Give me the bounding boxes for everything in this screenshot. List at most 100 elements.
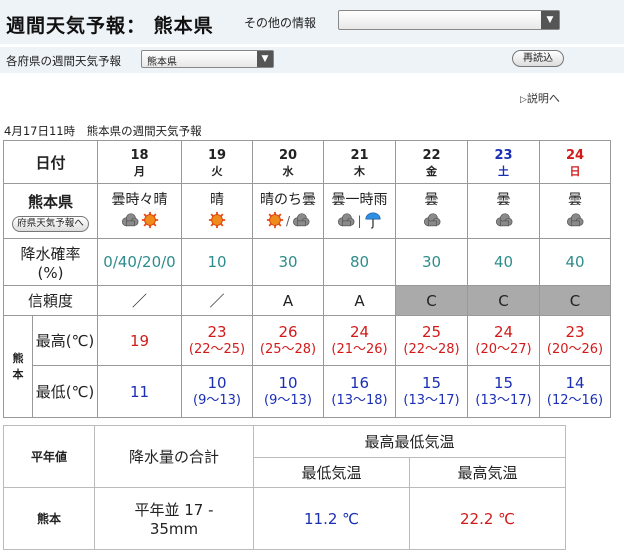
reliability-label: 信頼度 [3,285,98,316]
weather-cell: 晴のち曇 / [252,183,324,239]
max-temp-header: 最高気温 [409,457,566,488]
max-temp-range: (20〜27) [475,341,532,357]
max-temp-value: 25 [421,322,442,341]
pop-label: 降水確率 [20,244,81,263]
cloud-icon [292,211,310,232]
area-char: 熊 [12,351,24,365]
weather-text: 曇時々晴 [111,192,168,208]
prefecture-forecast-button[interactable]: 府県天気予報へ [12,215,89,232]
weather-cell: 曇 [539,183,611,239]
max-temp-range: (21〜26) [331,341,388,357]
day-number: 19 [207,147,227,163]
sun-icon [266,211,284,232]
pop-cell: 40 [539,238,611,286]
date-cell: 19 火 [181,140,253,184]
cloud-icon [423,211,441,232]
normal-min-temp: 11.2 ℃ [253,487,410,550]
min-temp-range: (9〜13) [264,392,312,408]
weather-row: 熊本県 府県天気予報へ 曇時々晴 晴 晴のち曇 / 曇一時雨 | 曇 曇 曇 [3,183,611,239]
pop-cell: 80 [323,238,396,286]
max-temp-value: 24 [349,322,370,341]
weather-cell: 晴 [181,183,253,239]
cloud-icon [121,211,139,232]
normal-max-temp: 22.2 ℃ [409,487,566,550]
reliability-cell: A [323,285,396,316]
min-temp-cell: 14 (12〜16) [539,365,611,418]
max-temp-range: (25〜28) [259,341,317,357]
reliability-cell: C [539,285,611,316]
cloud-icon [495,211,513,232]
chevron-right-icon: ▷ [520,95,527,105]
precip-line: 35mm [149,520,199,538]
max-temp-range: (22〜28) [403,341,460,357]
weather-text: 曇 [568,192,582,208]
region-name: 熊本県 [27,192,73,211]
icon-separator: | [357,214,362,228]
normals-header-row: 平年値 降水量の合計 最高最低気温 [3,425,566,488]
precip-line: 平年並 17 - [134,501,214,519]
umbrella-icon [364,211,382,232]
day-number: 20 [278,147,298,163]
max-temp-cell: 24 (21〜26) [323,315,396,366]
weather-icons [182,210,252,232]
min-temp-range: (13〜17) [403,392,460,408]
issued-time: 4月17日11時 熊本県の週間天気予報 [4,124,202,138]
weather-icons [396,210,467,232]
max-temp-cell: 25 (22〜28) [395,315,468,366]
max-temp-range: (20〜26) [546,341,604,357]
max-temp-cell: 26 (25〜28) [252,315,324,366]
pop-cell: 30 [252,238,324,286]
min-temp-value: 15 [493,373,514,392]
max-temp-value: 19 [129,331,150,350]
min-temp-range: (13〜17) [475,392,532,408]
day-of-week: 木 [354,164,365,178]
reliability-cell: A [252,285,324,316]
pop-label-cell: 降水確率 (%) [3,238,98,286]
other-info-select[interactable]: ▼ [338,10,560,30]
day-number: 22 [422,147,441,163]
weather-text: 曇 [496,192,511,208]
min-temp-cell: 16 (13〜18) [323,365,396,418]
precip-header: 降水量の合計 [94,425,254,488]
temp-header: 最高最低気温 [253,425,566,458]
day-of-week: 水 [282,164,294,178]
weather-cell: 曇時々晴 [97,183,182,239]
weather-cell: 曇 [395,183,468,239]
date-cell: 18 月 [97,140,182,184]
weather-icons: / [253,210,323,232]
day-number: 24 [565,147,585,163]
weather-icons: | [324,210,395,232]
min-temp-cell: 11 [97,365,182,418]
chevron-down-icon: ▼ [541,11,559,29]
pop-row: 降水確率 (%) 0/40/20/0 10 30 80 30 40 40 [3,238,611,286]
help-link-label: 説明へ [526,92,560,105]
reload-button[interactable]: 再読込 [512,50,564,67]
min-temp-label: 最低(℃) [32,365,98,418]
other-info-label: その他の情報 [244,16,317,30]
reliability-cell: ／ [97,285,182,316]
top-header-bar: 週間天気予報： 熊本県 その他の情報 ▼ [0,0,624,44]
prefecture-bar: 各府県の週間天気予報 熊本県 ▼ 再読込 [0,47,624,73]
sun-icon [208,211,226,232]
prefecture-select[interactable]: 熊本県 ▼ [141,50,274,68]
help-link[interactable]: ▷説明へ [520,90,560,106]
day-number: 21 [350,147,369,163]
min-temp-range: (12〜16) [546,392,604,408]
prefecture-select-label: 各府県の週間天気予報 [6,54,121,68]
page-title: 週間天気予報： 熊本県 [6,15,214,37]
min-temp-range: (9〜13) [193,392,241,408]
max-temp-cell: 23 (20〜26) [539,315,611,366]
max-temp-value: 23 [207,322,227,341]
weather-icons [468,210,539,232]
date-row: 日付 18 月 19 火 20 水 21 木 22 金 23 土 24 日 [3,140,611,184]
max-temp-label: 最高(℃) [32,315,98,366]
date-cell: 23 土 [467,140,540,184]
max-temp-row: 熊本 最高(℃) 19 23 (22〜25) 26 (25〜28) 24 (21〜26… [3,315,611,418]
date-cell: 24 日 [539,140,611,184]
min-temp-value: 10 [278,373,298,392]
weather-text: 晴のち曇 [260,192,316,208]
normals-table: 平年値 降水量の合計 最高最低気温 最低気温 最高気温 熊本 平年並 17 -3… [3,425,566,550]
day-of-week: 火 [211,164,223,178]
reliability-row: 信頼度 ／ ／ A A C C C [3,285,611,316]
min-temp-row: 最低(℃) 11 10 (9〜13) 10 (9〜13) 16 (13〜18) 15(… [4,365,611,418]
